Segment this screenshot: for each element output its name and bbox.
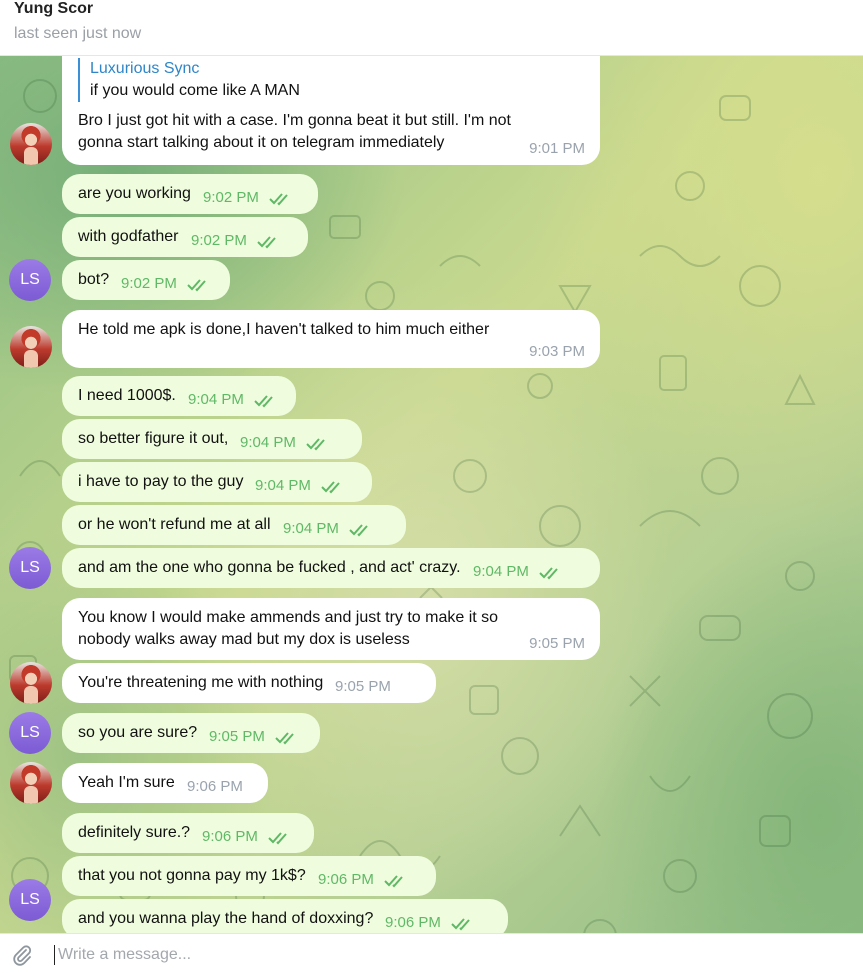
- message-composer: [0, 933, 863, 973]
- message-time: 9:04 PM: [240, 434, 296, 451]
- message-time: 9:06 PM: [385, 914, 441, 931]
- message-text: nobody walks away mad but my dox is usel…: [78, 631, 410, 648]
- message-text: definitely sure.?: [78, 824, 191, 841]
- message-bubble-outgoing[interactable]: bot? 9:02 PM: [62, 260, 230, 300]
- message-text: He told me apk is done,I haven't talked …: [78, 321, 490, 338]
- message-bubble-outgoing[interactable]: I need 1000$. 9:04 PM: [62, 376, 296, 416]
- message-text: so better figure it out,: [78, 430, 229, 447]
- message-bubble-incoming[interactable]: Luxurious Sync if you would come like A …: [62, 56, 600, 165]
- message-bubble-incoming[interactable]: You're threatening me with nothing 9:05 …: [62, 663, 436, 703]
- message-text: gonna start talking about it on telegram…: [78, 134, 445, 151]
- message-bubble-outgoing[interactable]: with godfather 9:02 PM: [62, 217, 308, 257]
- message-bubble-incoming[interactable]: He told me apk is done,I haven't talked …: [62, 310, 600, 368]
- message-bubble-outgoing[interactable]: so better figure it out, 9:04 PM: [62, 419, 362, 459]
- contact-avatar[interactable]: [10, 762, 52, 804]
- read-check-icon: [268, 832, 287, 845]
- message-time: 9:06 PM: [187, 778, 243, 795]
- contact-avatar[interactable]: [10, 662, 52, 704]
- read-check-icon: [384, 875, 403, 888]
- message-text: You know I would make ammends and just t…: [78, 609, 499, 626]
- read-check-icon: [275, 732, 294, 745]
- read-check-icon: [451, 918, 470, 931]
- message-time: 9:05 PM: [335, 678, 391, 695]
- my-avatar[interactable]: LS: [9, 712, 51, 754]
- message-text: so you are sure?: [78, 724, 198, 741]
- message-bubble-outgoing[interactable]: i have to pay to the guy 9:04 PM: [62, 462, 372, 502]
- message-text: Yeah I'm sure: [78, 774, 175, 791]
- message-time: 9:03 PM: [529, 343, 585, 360]
- reply-author: Luxurious Sync: [90, 60, 200, 77]
- message-time: 9:04 PM: [283, 520, 339, 537]
- read-check-icon: [349, 524, 368, 537]
- message-time: 9:02 PM: [121, 275, 177, 292]
- reply-text: if you would come like A MAN: [90, 82, 300, 99]
- message-text: You're threatening me with nothing: [78, 674, 324, 691]
- my-avatar[interactable]: LS: [9, 547, 51, 589]
- message-time: 9:04 PM: [473, 563, 529, 580]
- read-check-icon: [306, 438, 325, 451]
- contact-name[interactable]: Yung Scor: [14, 0, 93, 18]
- my-avatar[interactable]: LS: [9, 879, 51, 921]
- message-text: and am the one who gonna be fucked , and…: [78, 559, 461, 576]
- message-time: 9:05 PM: [529, 635, 585, 652]
- my-avatar[interactable]: LS: [9, 259, 51, 301]
- message-time: 9:06 PM: [202, 828, 258, 845]
- message-time: 9:01 PM: [529, 140, 585, 157]
- message-time: 9:05 PM: [209, 728, 265, 745]
- message-bubble-outgoing[interactable]: or he won't refund me at all 9:04 PM: [62, 505, 406, 545]
- read-check-icon: [269, 193, 288, 206]
- message-text: bot?: [78, 271, 110, 288]
- message-bubble-outgoing[interactable]: and you wanna play the hand of doxxing? …: [62, 899, 508, 933]
- text-cursor: [54, 945, 55, 965]
- message-bubble-outgoing[interactable]: and am the one who gonna be fucked , and…: [62, 548, 600, 588]
- message-bubble-outgoing[interactable]: that you not gonna pay my 1k$? 9:06 PM: [62, 856, 436, 896]
- message-time: 9:04 PM: [255, 477, 311, 494]
- message-bubble-incoming[interactable]: You know I would make ammends and just t…: [62, 598, 600, 660]
- message-time: 9:06 PM: [318, 871, 374, 888]
- message-bubble-outgoing[interactable]: definitely sure.? 9:06 PM: [62, 813, 314, 853]
- message-bubble-outgoing[interactable]: are you working 9:02 PM: [62, 174, 318, 214]
- message-input[interactable]: [58, 942, 838, 968]
- chat-header: Yung Scor last seen just now: [0, 0, 863, 56]
- message-text: with godfather: [78, 228, 179, 245]
- message-text: that you not gonna pay my 1k$?: [78, 867, 306, 884]
- message-bubble-incoming[interactable]: Yeah I'm sure 9:06 PM: [62, 763, 268, 803]
- message-text: or he won't refund me at all: [78, 516, 271, 533]
- message-time: 9:02 PM: [191, 232, 247, 249]
- message-text: I need 1000$.: [78, 387, 176, 404]
- message-text: are you working: [78, 185, 191, 202]
- attach-paperclip-icon[interactable]: [10, 943, 34, 967]
- read-check-icon: [539, 567, 558, 580]
- message-bubble-outgoing[interactable]: so you are sure? 9:05 PM: [62, 713, 320, 753]
- reply-quote[interactable]: Luxurious Sync if you would come like A …: [78, 58, 584, 102]
- message-list[interactable]: Luxurious Sync if you would come like A …: [0, 56, 863, 933]
- read-check-icon: [257, 236, 276, 249]
- contact-avatar[interactable]: [10, 123, 52, 165]
- contact-avatar[interactable]: [10, 326, 52, 368]
- read-check-icon: [254, 395, 273, 408]
- read-check-icon: [321, 481, 340, 494]
- message-text: and you wanna play the hand of doxxing?: [78, 910, 374, 927]
- read-check-icon: [187, 279, 206, 292]
- last-seen-status: last seen just now: [14, 25, 142, 42]
- message-time: 9:04 PM: [188, 391, 244, 408]
- message-text: i have to pay to the guy: [78, 473, 244, 490]
- message-time: 9:02 PM: [203, 189, 259, 206]
- message-text: Bro I just got hit with a case. I'm gonn…: [78, 112, 511, 129]
